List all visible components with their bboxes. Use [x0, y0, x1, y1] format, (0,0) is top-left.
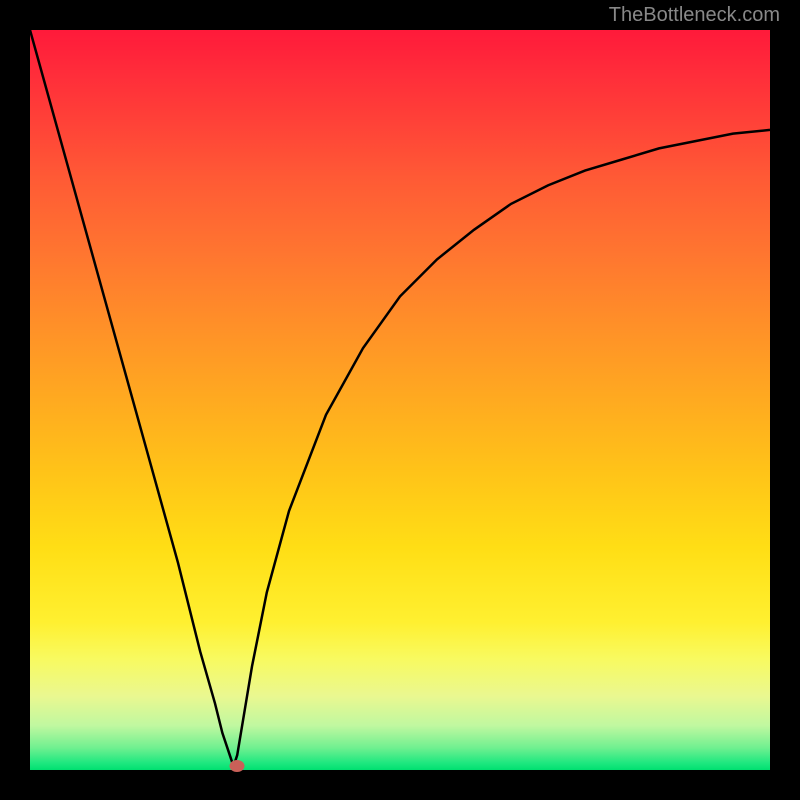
chart-plot-area: [30, 30, 770, 770]
watermark-text: TheBottleneck.com: [609, 4, 780, 27]
optimal-point-marker: [230, 760, 245, 772]
bottleneck-curve-line: [30, 30, 770, 766]
bottleneck-curve-svg: [30, 30, 770, 770]
